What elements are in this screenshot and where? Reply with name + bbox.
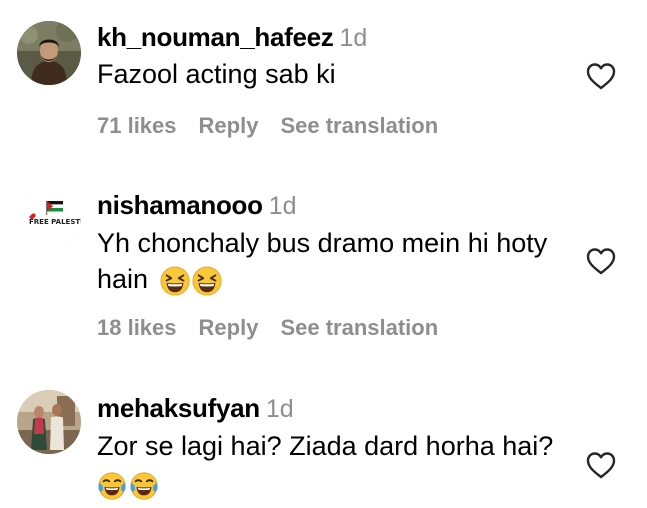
likes-count[interactable]: 18 likes (97, 315, 177, 340)
comment-text: Fazool acting sab ki (97, 56, 577, 92)
comment-header: mehaksufyan 1d (97, 393, 294, 424)
username[interactable]: kh_nouman_hafeez (97, 22, 334, 52)
face-with-tears-of-joy-emoji (98, 472, 126, 500)
reply-button[interactable]: Reply (199, 113, 259, 138)
couple-photo-icon (17, 390, 81, 454)
comment-text-line: Yh chonchaly bus dramo mein hi hoty (97, 228, 548, 258)
timestamp: 1d (265, 395, 294, 423)
face-with-tears-of-joy-emoji (130, 472, 158, 500)
heart-outline-icon[interactable] (585, 246, 617, 276)
grinning-squinting-face-emoji (160, 266, 190, 296)
see-translation-button[interactable]: See translation (280, 315, 438, 340)
comment-text: Yh chonchaly bus dramo mein hi hoty hain (97, 225, 577, 297)
comment-header: kh_nouman_hafeez 1d (97, 22, 367, 53)
see-translation-button[interactable]: See translation (280, 113, 438, 138)
timestamp: 1d (339, 24, 368, 52)
username[interactable]: mehaksufyan (97, 393, 260, 423)
comment-text-line-2: hain (97, 261, 577, 297)
comment-actions: 18 likes Reply See translation (97, 315, 460, 341)
avatar-text: FREE PALESTINE (29, 218, 81, 226)
comment-text-line: Fazool acting sab ki (97, 59, 336, 89)
username[interactable]: nishamanooo (97, 190, 263, 220)
avatar[interactable] (17, 390, 81, 454)
reply-button[interactable]: Reply (199, 315, 259, 340)
avatar[interactable]: FREE PALESTINE (17, 187, 81, 251)
heart-outline-icon[interactable] (585, 61, 617, 91)
timestamp: 1d (268, 192, 297, 220)
grinning-squinting-face-emoji (192, 266, 222, 296)
avatar[interactable] (17, 21, 81, 85)
likes-count[interactable]: 71 likes (97, 113, 177, 138)
comment-actions: 71 likes Reply See translation (97, 113, 460, 139)
profile-photo-icon (17, 21, 81, 85)
palestine-flag-logo-icon: FREE PALESTINE (17, 187, 81, 251)
comment-emoji-line (97, 466, 577, 502)
comment-text-line: Zor se lagi hai? Ziada dard horha hai? (97, 431, 554, 461)
comment-text: Zor se lagi hai? Ziada dard horha hai? (97, 428, 577, 502)
comment-text-word: hain (97, 264, 149, 294)
heart-outline-icon[interactable] (585, 450, 617, 480)
comment-header: nishamanooo 1d (97, 190, 297, 221)
